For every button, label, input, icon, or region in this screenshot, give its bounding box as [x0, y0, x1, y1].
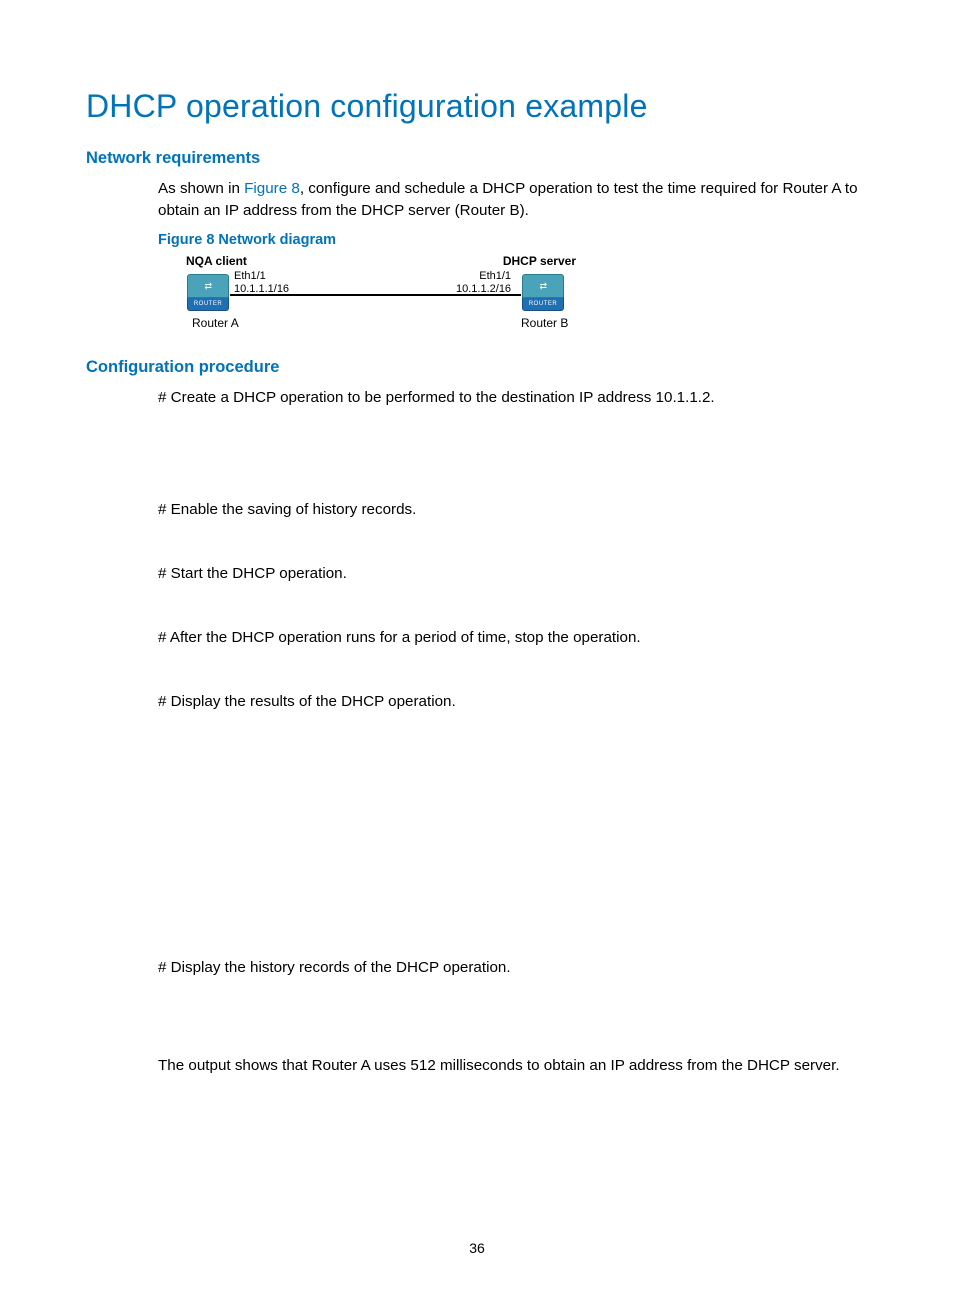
figure-reference-link[interactable]: Figure 8: [244, 180, 300, 197]
step-start-operation: # Start the DHCP operation.: [158, 563, 868, 585]
intro-paragraph: As shown in Figure 8, configure and sche…: [86, 178, 868, 222]
page-title: DHCP operation configuration example: [86, 88, 868, 125]
section-heading-configuration-procedure: Configuration procedure: [86, 358, 868, 377]
diagram-left-if: Eth1/1: [234, 270, 289, 283]
diagram-right-if: Eth1/1: [456, 270, 511, 283]
router-arrows-icon: ⇄: [522, 274, 564, 298]
intro-prefix: As shown in: [158, 180, 244, 197]
network-diagram: NQA client DHCP server ⇄ ROUTER Eth1/1 1…: [186, 254, 606, 334]
diagram-interface-left: Eth1/1 10.1.1.1/16: [234, 270, 289, 295]
diagram-right-ip: 10.1.1.2/16: [456, 283, 511, 296]
step-create-dhcp: # Create a DHCP operation to be performe…: [158, 387, 868, 409]
diagram-label-server: DHCP server: [503, 254, 576, 268]
diagram-router-b-label: Router B: [521, 316, 568, 330]
figure-caption: Figure 8 Network diagram: [158, 232, 868, 248]
router-b-icon: ⇄ ROUTER: [521, 274, 565, 312]
router-a-icon: ⇄ ROUTER: [186, 274, 230, 312]
router-badge: ROUTER: [522, 298, 564, 311]
diagram-label-client: NQA client: [186, 254, 247, 268]
diagram-router-a-label: Router A: [192, 316, 239, 330]
page: DHCP operation configuration example Net…: [0, 0, 954, 1296]
router-arrows-icon: ⇄: [187, 274, 229, 298]
step-stop-operation: # After the DHCP operation runs for a pe…: [158, 627, 868, 649]
diagram-interface-right: Eth1/1 10.1.1.2/16: [456, 270, 511, 295]
page-number: 36: [0, 1240, 954, 1256]
section-heading-network-requirements: Network requirements: [86, 149, 868, 168]
conclusion-text: The output shows that Router A uses 512 …: [158, 1055, 868, 1077]
step-display-results: # Display the results of the DHCP operat…: [158, 691, 868, 713]
router-badge: ROUTER: [187, 298, 229, 311]
step-display-history: # Display the history records of the DHC…: [158, 957, 868, 979]
step-enable-history: # Enable the saving of history records.: [158, 499, 868, 521]
